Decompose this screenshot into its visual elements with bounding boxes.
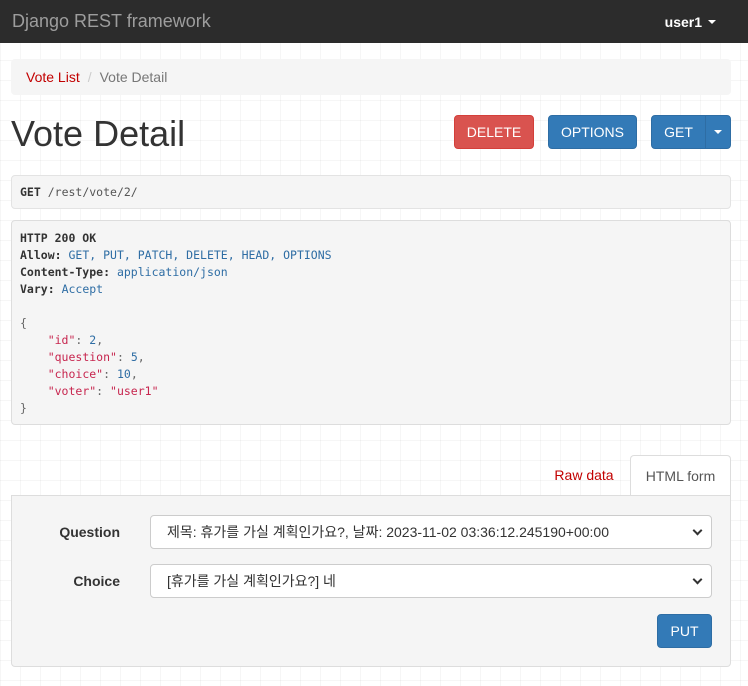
breadcrumb-vote-list[interactable]: Vote List	[26, 69, 80, 85]
json-key: "question"	[47, 350, 117, 364]
put-button[interactable]: PUT	[657, 614, 712, 648]
json-open-brace: {	[20, 316, 27, 330]
json-value: "user1"	[110, 384, 159, 398]
request-info: GET /rest/vote/2/	[11, 175, 731, 209]
response-header: Allow: GET, PUT, PATCH, DELETE, HEAD, OP…	[20, 247, 722, 264]
response-header: Content-Type: application/json	[20, 264, 722, 281]
question-label: Question	[59, 524, 120, 540]
json-value: 10	[116, 367, 131, 381]
header-value: GET, PUT, PATCH, DELETE, HEAD, OPTIONS	[68, 248, 332, 262]
json-key: "choice"	[47, 367, 104, 381]
tab-raw-data[interactable]: Raw data	[540, 455, 628, 495]
header-value: application/json	[116, 265, 228, 279]
json-key: "id"	[47, 333, 76, 347]
caret-down-icon	[714, 130, 722, 134]
header-name: Content-Type:	[20, 265, 111, 279]
json-field: "question": 5,	[47, 350, 145, 364]
json-close-brace: }	[20, 401, 27, 415]
navbar: Django REST framework user1	[0, 0, 748, 43]
request-path: /rest/vote/2/	[47, 185, 138, 199]
json-key: "voter"	[47, 384, 97, 398]
choice-select[interactable]: [휴가를 가실 계획인가요?] 네	[150, 564, 712, 598]
question-selected-value: 제목: 휴가를 가실 계획인가요?, 날짜: 2023-11-02 03:36:…	[167, 524, 609, 540]
json-field: "id": 2,	[47, 333, 104, 347]
choice-selected-value: [휴가를 가실 계획인가요?] 네	[167, 573, 336, 589]
delete-button[interactable]: DELETE	[454, 115, 534, 149]
chevron-down-icon	[692, 574, 703, 584]
breadcrumb-vote-detail: Vote Detail	[99, 69, 168, 85]
caret-down-icon	[708, 19, 716, 24]
brand-link[interactable]: Django REST framework	[12, 11, 211, 32]
chevron-down-icon	[692, 525, 703, 535]
question-select[interactable]: 제목: 휴가를 가실 계획인가요?, 날짜: 2023-11-02 03:36:…	[150, 515, 712, 549]
get-button[interactable]: GET	[651, 115, 706, 149]
user-menu[interactable]: user1	[665, 14, 716, 30]
response-header: Vary: Accept	[20, 281, 722, 298]
json-field: "voter": "user1"	[47, 384, 159, 398]
header-value: Accept	[61, 282, 104, 296]
page-title: Vote Detail	[11, 113, 186, 154]
header-name: Allow:	[20, 248, 62, 262]
json-field: "choice": 10,	[47, 367, 138, 381]
header-name: Vary:	[20, 282, 55, 296]
response-status: HTTP 200 OK	[20, 231, 97, 245]
html-form-panel: Question 제목: 휴가를 가실 계획인가요?, 날짜: 2023-11-…	[11, 495, 731, 667]
request-method: GET	[20, 185, 41, 199]
get-format-dropdown-toggle[interactable]	[705, 115, 731, 149]
user-name: user1	[664, 13, 702, 30]
response-panel: HTTP 200 OK Allow: GET, PUT, PATCH, DELE…	[11, 220, 731, 425]
tab-html-form[interactable]: HTML form	[630, 455, 731, 496]
breadcrumb: Vote List / Vote Detail	[11, 59, 731, 95]
json-value: 5	[130, 350, 138, 364]
options-button[interactable]: OPTIONS	[548, 115, 637, 149]
choice-label: Choice	[73, 573, 120, 589]
breadcrumb-separator: /	[87, 69, 92, 85]
